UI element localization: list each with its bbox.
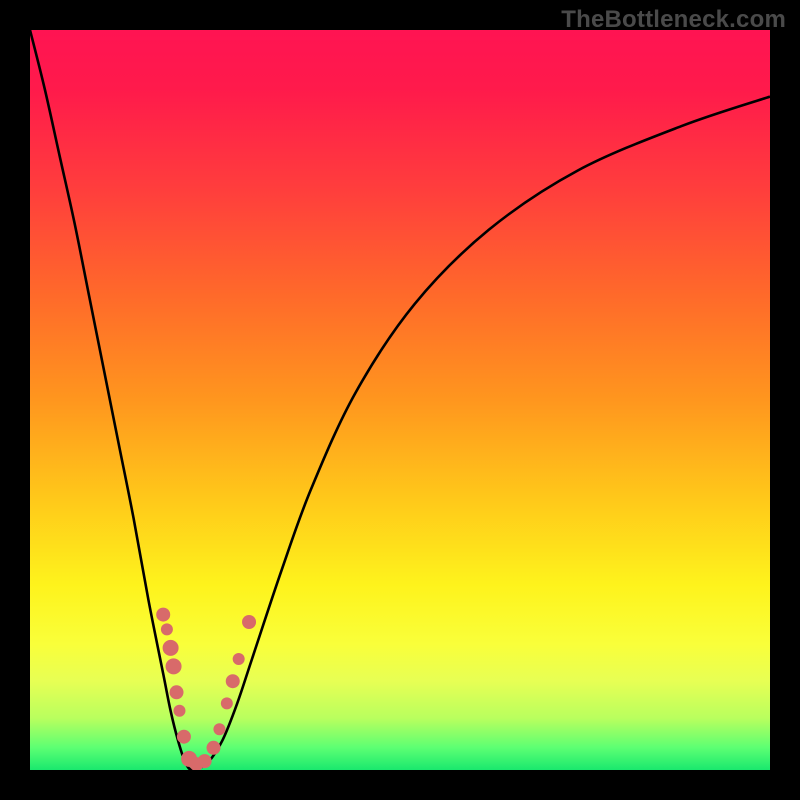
data-marker: [198, 754, 212, 768]
data-marker: [173, 705, 185, 717]
data-marker: [170, 685, 184, 699]
data-marker: [163, 640, 179, 656]
app-frame: TheBottleneck.com: [0, 0, 800, 800]
data-marker: [242, 615, 256, 629]
marker-layer: [30, 30, 770, 770]
plot-area: [30, 30, 770, 770]
data-marker: [213, 723, 225, 735]
data-marker: [207, 741, 221, 755]
data-marker: [226, 674, 240, 688]
data-marker: [177, 730, 191, 744]
data-marker: [221, 697, 233, 709]
data-marker: [166, 658, 182, 674]
watermark-text: TheBottleneck.com: [561, 6, 786, 34]
data-marker: [233, 653, 245, 665]
data-marker: [156, 608, 170, 622]
marker-group: [156, 608, 256, 770]
data-marker: [161, 623, 173, 635]
